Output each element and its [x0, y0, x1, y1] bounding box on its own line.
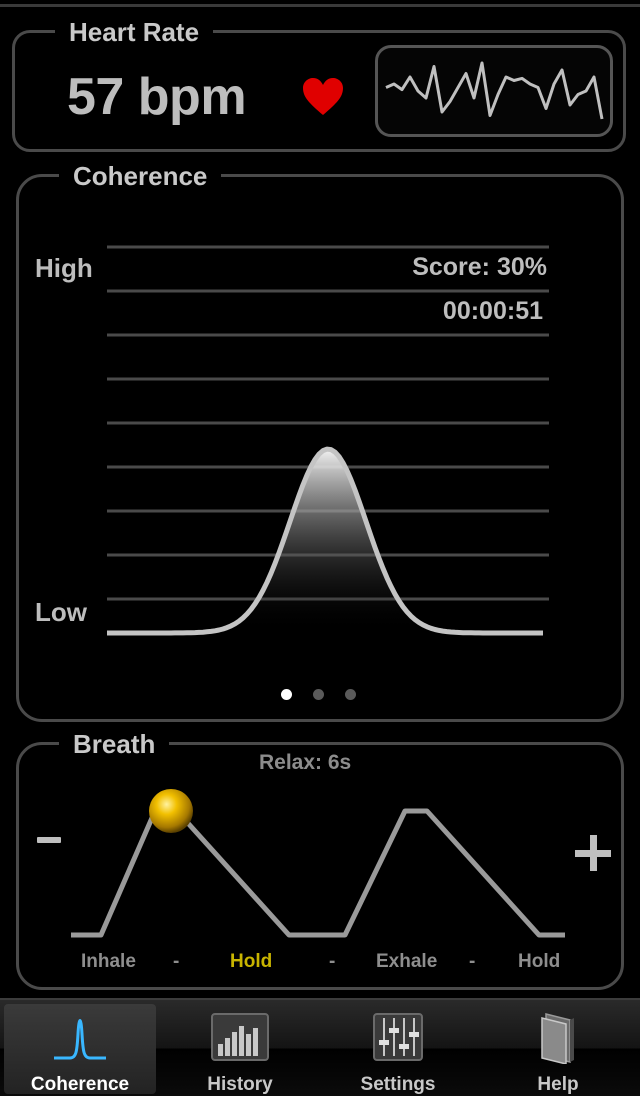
status-divider — [0, 4, 640, 7]
coherence-peak-fill — [107, 449, 545, 633]
heart-rate-panel: Heart Rate 57 bpm — [12, 15, 626, 152]
heart-icon — [303, 78, 343, 115]
tab-help-label: Help — [537, 1074, 579, 1095]
low-label: Low — [35, 597, 87, 627]
tab-bar: Coherence History Settings Help — [0, 998, 640, 1096]
tab-history[interactable]: History — [164, 1004, 316, 1095]
breath-panel: Breath Relax: 6s Inhale - Hold - Exhale … — [16, 727, 624, 990]
tab-help[interactable]: Help — [482, 1004, 634, 1095]
coherence-icon — [54, 1019, 106, 1060]
page-dot[interactable] — [345, 689, 356, 700]
breath-pattern-line — [71, 808, 565, 938]
coherence-title: Coherence — [59, 159, 222, 193]
high-label: High — [35, 253, 93, 283]
heart-rate-title: Heart Rate — [55, 15, 214, 49]
heart-rate-value: 57 bpm — [67, 68, 247, 126]
phase-separator: - — [329, 951, 336, 972]
book-icon — [541, 1013, 574, 1064]
page-dot[interactable] — [281, 689, 292, 700]
tab-settings-label: Settings — [360, 1074, 436, 1095]
tab-coherence[interactable]: Coherence — [4, 1004, 156, 1095]
phase-exhale: Exhale — [376, 951, 438, 972]
phase-separator: - — [173, 951, 180, 972]
page-dot[interactable] — [313, 689, 324, 700]
breath-pacer-ball — [149, 789, 193, 833]
coherence-panel: Coherence High Low Score: 30% 00:00:51 — [16, 159, 624, 722]
phase-hold: Hold — [518, 951, 561, 972]
phase-hold-active: Hold — [230, 951, 273, 972]
history-bars-icon — [211, 1013, 269, 1061]
heart-waveform-display — [375, 45, 613, 137]
tab-coherence-label: Coherence — [30, 1074, 130, 1095]
heart-waveform-line — [385, 61, 604, 120]
coherence-graph — [107, 245, 549, 636]
phase-inhale: Inhale — [81, 951, 136, 972]
sliders-icon — [373, 1013, 423, 1061]
phase-separator: - — [469, 951, 476, 972]
tab-settings[interactable]: Settings — [322, 1004, 474, 1095]
tab-history-label: History — [207, 1074, 273, 1095]
